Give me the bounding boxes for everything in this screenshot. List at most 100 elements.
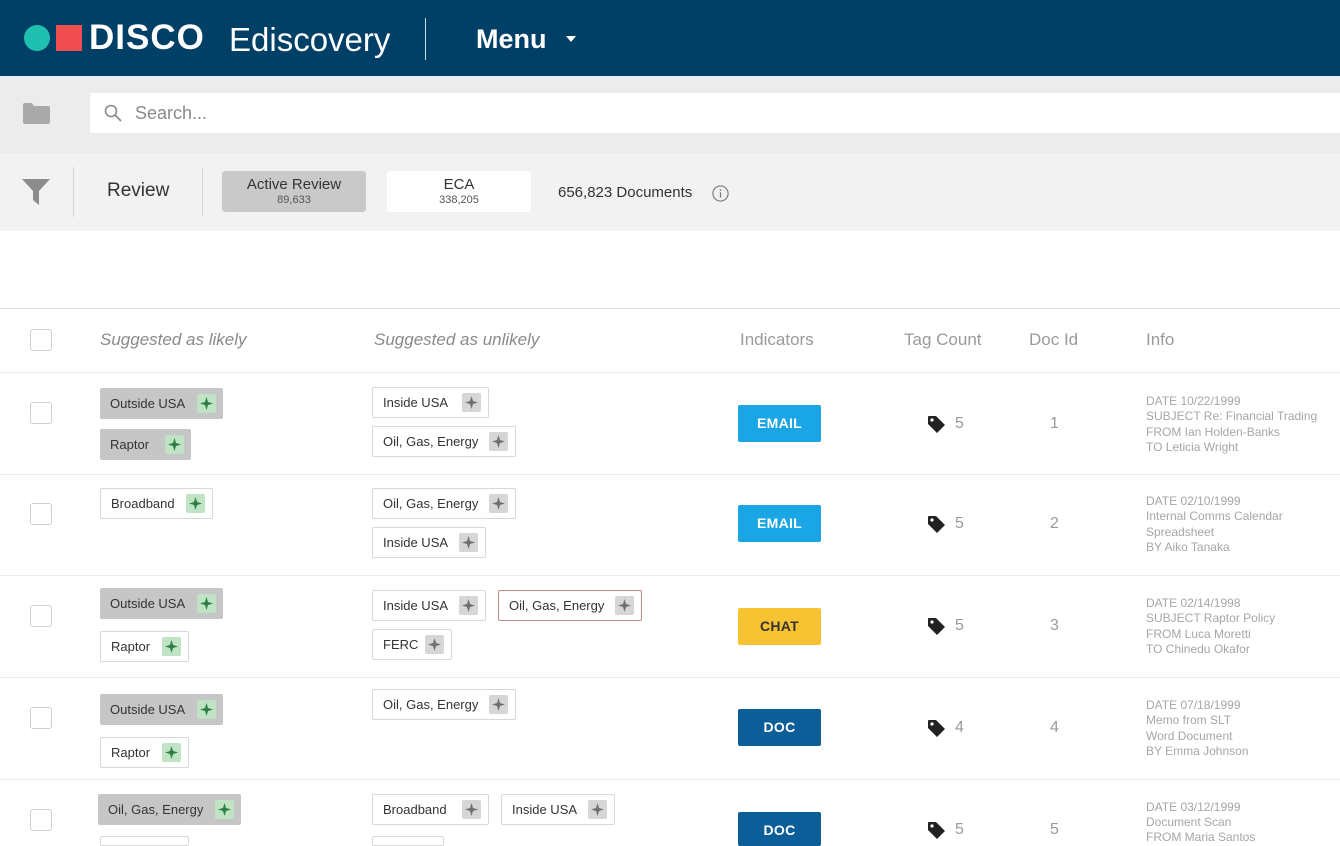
info-line: TO Leticia Wright <box>1146 440 1239 454</box>
sparkle-icon[interactable] <box>489 695 508 714</box>
likely-tag[interactable]: Outside USA <box>100 588 223 619</box>
tag-label: Raptor <box>111 639 151 654</box>
tag-label: Oil, Gas, Energy <box>383 434 479 449</box>
column-header-likely[interactable]: Suggested as likely <box>100 330 246 350</box>
tag-label: Raptor <box>111 745 151 760</box>
column-header-doc-id[interactable]: Doc Id <box>1029 330 1078 350</box>
tag-label: Inside USA <box>383 535 449 550</box>
tag-label: Inside USA <box>383 598 449 613</box>
sparkle-icon[interactable] <box>197 594 216 613</box>
sparkle-icon[interactable] <box>489 432 508 451</box>
sparkle-icon[interactable] <box>462 800 481 819</box>
unlikely-tag[interactable] <box>372 836 444 846</box>
active-review-button[interactable]: Active Review 89,633 <box>222 171 366 212</box>
unlikely-tag[interactable]: Oil, Gas, Energy <box>372 488 516 519</box>
eca-label: ECA <box>443 176 475 193</box>
likely-tag[interactable]: Outside USA <box>100 388 223 419</box>
column-header-indicators[interactable]: Indicators <box>740 330 814 350</box>
sparkle-icon[interactable] <box>165 435 184 454</box>
row-checkbox[interactable] <box>30 707 52 729</box>
column-header-info[interactable]: Info <box>1146 330 1174 350</box>
indicator-badge[interactable]: EMAIL <box>738 405 821 442</box>
tag-icon <box>928 822 945 839</box>
header-divider <box>425 18 426 60</box>
row-divider <box>0 372 1340 373</box>
sparkle-icon[interactable] <box>489 494 508 513</box>
tag-label: FERC <box>383 637 419 652</box>
row-checkbox[interactable] <box>30 809 52 831</box>
menu-button[interactable]: Menu <box>476 22 547 56</box>
caret-down-icon[interactable] <box>566 36 576 42</box>
sparkle-icon[interactable] <box>197 700 216 719</box>
sparkle-icon[interactable] <box>162 743 181 762</box>
row-divider <box>0 779 1340 780</box>
row-divider <box>0 677 1340 678</box>
column-header-tag-count[interactable]: Tag Count <box>904 330 982 350</box>
unlikely-tag[interactable]: Inside USA <box>372 527 486 558</box>
info-line: DATE 07/18/1999 <box>1146 698 1241 712</box>
doc-id: 2 <box>1050 515 1059 532</box>
info-icon[interactable] <box>712 185 729 202</box>
unlikely-tag[interactable]: Oil, Gas, Energy <box>498 590 642 621</box>
indicator-badge[interactable]: DOC <box>738 709 821 746</box>
indicator-badge[interactable]: DOC <box>738 812 821 846</box>
eca-count: 338,205 <box>439 194 479 206</box>
info-line: DATE 03/12/1999 <box>1146 800 1241 814</box>
sparkle-icon[interactable] <box>462 393 481 412</box>
unlikely-tag[interactable]: Inside USA <box>372 387 489 418</box>
sparkle-icon[interactable] <box>197 394 216 413</box>
unlikely-tag[interactable]: Broadband <box>372 794 489 825</box>
likely-tag[interactable]: Raptor <box>100 737 189 768</box>
unlikely-tag[interactable]: Oil, Gas, Energy <box>372 426 516 457</box>
indicator-badge[interactable]: EMAIL <box>738 505 821 542</box>
likely-tag[interactable]: Raptor <box>100 631 189 662</box>
unlikely-tag[interactable]: Inside USA <box>372 590 486 621</box>
eca-button[interactable]: ECA 338,205 <box>387 171 531 212</box>
sparkle-icon[interactable] <box>459 533 478 552</box>
sparkle-icon[interactable] <box>615 596 634 615</box>
column-header-unlikely[interactable]: Suggested as unlikely <box>374 330 539 350</box>
likely-tag[interactable]: Broadband <box>100 488 213 519</box>
select-all-checkbox[interactable] <box>30 329 52 351</box>
likely-tag[interactable] <box>100 836 189 846</box>
info-line: BY Emma Johnson <box>1146 744 1249 758</box>
tag-label: Outside USA <box>110 702 186 717</box>
sparkle-icon[interactable] <box>459 596 478 615</box>
sparkle-icon[interactable] <box>588 800 607 819</box>
tag-count: 5 <box>955 821 964 838</box>
likely-tag[interactable]: Raptor <box>100 429 191 460</box>
doc-id: 1 <box>1050 415 1059 432</box>
sparkle-icon[interactable] <box>425 635 444 654</box>
active-review-count: 89,633 <box>277 194 311 206</box>
filter-divider <box>73 167 74 217</box>
unlikely-tag[interactable]: FERC <box>372 629 452 660</box>
sparkle-icon[interactable] <box>186 494 205 513</box>
tag-label: Outside USA <box>110 596 186 611</box>
row-checkbox[interactable] <box>30 503 52 525</box>
sparkle-icon[interactable] <box>162 637 181 656</box>
review-label[interactable]: Review <box>107 180 169 202</box>
row-divider <box>0 474 1340 475</box>
logo-square <box>56 25 82 51</box>
active-review-label: Active Review <box>246 176 342 193</box>
folder-icon[interactable] <box>23 103 50 124</box>
doc-id: 3 <box>1050 617 1059 634</box>
tag-count: 5 <box>955 515 964 532</box>
indicator-badge[interactable]: CHAT <box>738 608 821 645</box>
brand-name: DISCO <box>89 18 205 57</box>
filter-icon[interactable] <box>22 178 50 206</box>
unlikely-tag[interactable]: Oil, Gas, Energy <box>372 689 516 720</box>
row-checkbox[interactable] <box>30 605 52 627</box>
row-divider <box>0 575 1340 576</box>
likely-tag[interactable]: Oil, Gas, Energy <box>98 794 241 825</box>
sparkle-icon[interactable] <box>215 800 234 819</box>
tag-icon <box>928 416 945 433</box>
unlikely-tag[interactable]: Inside USA <box>501 794 615 825</box>
tag-count: 5 <box>955 617 964 634</box>
likely-tag[interactable]: Outside USA <box>100 694 223 725</box>
search-input[interactable] <box>135 93 1325 133</box>
row-checkbox[interactable] <box>30 402 52 424</box>
info-line: FROM Ian Holden-Banks <box>1146 425 1281 439</box>
info-line: Document Scan <box>1146 815 1232 829</box>
info-line: DATE 10/22/1999 <box>1146 394 1241 408</box>
